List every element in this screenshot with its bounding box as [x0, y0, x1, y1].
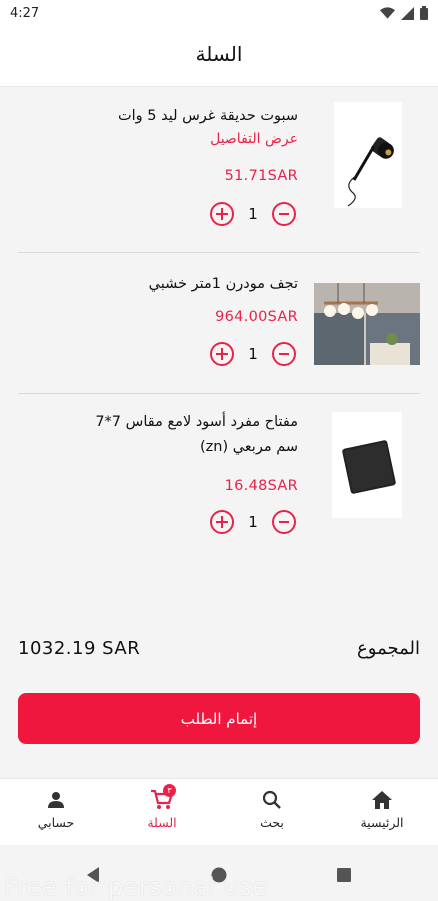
quantity-value: 1	[248, 205, 258, 223]
product-name: تجف مودرن 1متر خشبي	[148, 276, 298, 292]
plus-icon	[216, 516, 228, 528]
battery-icon	[420, 6, 428, 20]
home-icon	[372, 791, 392, 809]
nav-label: حسابي	[37, 815, 75, 830]
person-icon	[48, 792, 64, 808]
nav-label: بحث	[260, 815, 284, 830]
increase-quantity-button[interactable]	[210, 510, 234, 534]
increase-quantity-button[interactable]	[210, 202, 234, 226]
bottom-nav: حسابي ٣ السلة بحث الرئيسية	[0, 778, 438, 845]
total-label: المجموع	[357, 638, 420, 659]
status-bar: 4:27	[0, 0, 438, 28]
search-icon	[262, 790, 281, 809]
product-price: 964.00SAR	[215, 309, 298, 325]
quantity-stepper: 1	[210, 342, 296, 366]
quantity-stepper: 1	[210, 202, 296, 226]
product-price: 51.71SAR	[224, 168, 298, 184]
product-image[interactable]	[332, 412, 402, 518]
nav-label: الرئيسية	[360, 815, 404, 830]
garden-spot-light-image	[334, 102, 402, 208]
nav-item-cart[interactable]: ٣ السلة	[122, 784, 202, 830]
cart-total: 1032.19 SAR المجموع	[18, 638, 420, 668]
wifi-icon	[380, 7, 395, 19]
nav-item-search[interactable]: بحث	[232, 789, 312, 830]
view-details-link[interactable]: عرض التفاصيل	[210, 131, 298, 147]
cart-badge: ٣	[163, 784, 176, 797]
product-name: سبوت حديقة غرس ليد 5 وات	[117, 108, 298, 124]
quantity-value: 1	[248, 513, 258, 531]
nav-label: السلة	[147, 815, 177, 830]
increase-quantity-button[interactable]	[210, 342, 234, 366]
watermark: Free for personal use	[4, 873, 268, 901]
status-icons	[380, 6, 428, 20]
plus-icon	[216, 348, 228, 360]
cart-item: مفتاح مفرد أسود لامع مقاس 7*7 سم مربعي (…	[0, 394, 438, 552]
recents-icon[interactable]	[337, 868, 351, 882]
checkout-button[interactable]: إتمام الطلب	[18, 693, 420, 744]
signal-icon	[401, 6, 414, 20]
product-name-line: مفتاح مفرد أسود لامع مقاس 7*7	[95, 414, 298, 430]
product-image[interactable]	[334, 102, 402, 208]
quantity-value: 1	[248, 345, 258, 363]
quantity-stepper: 1	[210, 510, 296, 534]
nav-item-home[interactable]: الرئيسية	[342, 789, 422, 830]
minus-icon	[279, 521, 289, 523]
product-price: 16.48SAR	[224, 478, 298, 494]
app-header: السلة	[0, 28, 438, 87]
product-image[interactable]	[314, 283, 420, 365]
product-name: مفتاح مفرد أسود لامع مقاس 7*7 سم مربعي (…	[38, 410, 298, 460]
cart-item: سبوت حديقة غرس ليد 5 وات عرض التفاصيل 51…	[0, 88, 438, 253]
product-name-line: سم مربعي (zn)	[199, 439, 298, 455]
plus-icon	[216, 208, 228, 220]
decrease-quantity-button[interactable]	[272, 342, 296, 366]
status-time: 4:27	[10, 6, 40, 21]
decrease-quantity-button[interactable]	[272, 202, 296, 226]
black-switch-image	[332, 412, 402, 518]
total-value: 1032.19 SAR	[18, 638, 141, 659]
page-title: السلة	[195, 42, 243, 66]
cart-item: تجف مودرن 1متر خشبي 964.00SAR 1	[0, 253, 438, 394]
minus-icon	[279, 213, 289, 215]
decrease-quantity-button[interactable]	[272, 510, 296, 534]
wooden-chandelier-image	[314, 283, 420, 365]
nav-item-account[interactable]: حسابي	[16, 789, 96, 830]
minus-icon	[279, 353, 289, 355]
